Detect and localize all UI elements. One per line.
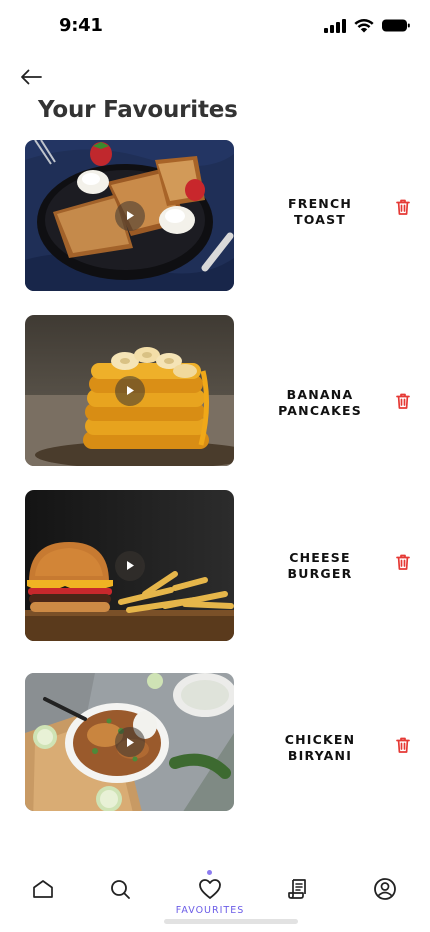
recipe-thumbnail[interactable]	[25, 315, 234, 466]
nav-active-label: FAVOURITES	[175, 905, 245, 916]
delete-button[interactable]	[394, 553, 412, 571]
trash-icon	[394, 554, 412, 575]
recipe-name: FRENCH TOAST	[288, 196, 352, 227]
nav-search[interactable]	[107, 878, 133, 904]
recipe-thumbnail[interactable]	[25, 140, 234, 291]
recipe-name: CHEESE BURGER	[287, 550, 353, 581]
play-icon	[124, 210, 135, 221]
play-button[interactable]	[114, 200, 145, 231]
list-item: CHICKEN BIRYANI	[0, 673, 430, 825]
page-title: Your Favourites	[38, 97, 238, 123]
play-icon	[124, 385, 135, 396]
nav-home[interactable]	[30, 878, 56, 904]
delete-button[interactable]	[394, 392, 412, 410]
signal-icon	[324, 18, 346, 33]
wifi-icon	[354, 18, 374, 33]
status-bar: 9:41	[0, 0, 430, 52]
play-icon	[124, 737, 135, 748]
recipe-name: CHICKEN BIRYANI	[284, 732, 356, 763]
recipe-thumbnail[interactable]	[25, 490, 234, 641]
trash-icon	[394, 199, 412, 220]
bottom-nav: FAVOURITES	[0, 862, 430, 932]
delete-button[interactable]	[394, 198, 412, 216]
play-button[interactable]	[114, 727, 145, 757]
trash-icon	[394, 393, 412, 414]
play-button[interactable]	[114, 550, 145, 581]
recipe-name: BANANA PANCAKES	[278, 387, 362, 418]
back-button[interactable]	[18, 68, 44, 90]
home-indicator	[164, 919, 298, 924]
profile-icon	[373, 877, 397, 906]
search-icon	[109, 878, 131, 905]
play-button[interactable]	[114, 375, 145, 406]
list-item: CHEESE BURGER	[0, 490, 430, 642]
play-icon	[124, 560, 135, 571]
trash-icon	[394, 737, 412, 758]
arrow-left-icon	[20, 69, 42, 90]
list-item: BANANA PANCAKES	[0, 315, 430, 467]
status-time: 9:41	[59, 15, 103, 36]
active-indicator-dot	[207, 870, 212, 875]
battery-icon	[382, 19, 410, 32]
nav-profile[interactable]	[372, 877, 398, 906]
home-icon	[32, 879, 54, 904]
list-item: FRENCH TOAST	[0, 140, 430, 292]
delete-button[interactable]	[394, 736, 412, 754]
nav-recipes[interactable]	[284, 878, 310, 904]
status-icons	[324, 18, 410, 33]
recipe-thumbnail[interactable]	[25, 673, 234, 811]
recipe-icon	[286, 878, 308, 905]
nav-favourites[interactable]	[197, 878, 223, 904]
heart-icon	[198, 878, 222, 905]
